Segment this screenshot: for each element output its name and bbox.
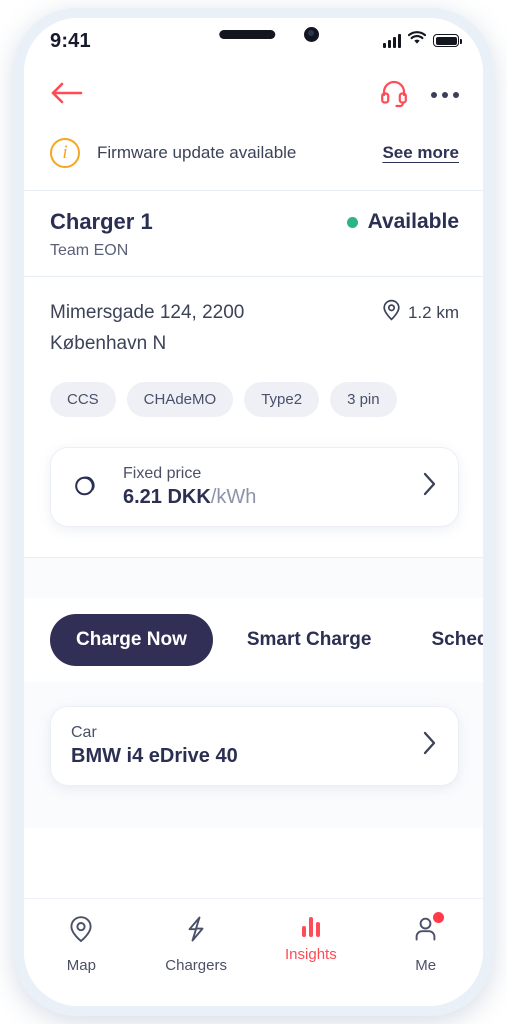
- car-section: Car BMW i4 eDrive 40: [24, 681, 483, 810]
- price-label: Fixed price: [123, 464, 202, 482]
- coins-icon: [71, 469, 105, 504]
- tab-schedule[interactable]: Schedule: [405, 614, 483, 666]
- battery-full-icon: [433, 34, 462, 47]
- tab-charge-now[interactable]: Charge Now: [50, 613, 213, 666]
- back-arrow-icon[interactable]: [50, 79, 86, 112]
- more-options-icon[interactable]: [431, 92, 459, 98]
- connector-chip[interactable]: 3 pin: [330, 381, 397, 417]
- nav-label: Me: [415, 957, 437, 974]
- status-label: Available: [367, 210, 459, 233]
- status-dot-icon: [346, 216, 358, 228]
- tab-list: Charge Now Smart Charge Schedule: [50, 613, 483, 666]
- notification-badge: [432, 912, 444, 923]
- nav-item-map[interactable]: Map: [24, 915, 139, 974]
- signal-bars-icon: [383, 33, 401, 48]
- address-line-1: Mimersgade 124, 2200: [50, 302, 245, 323]
- content-filler: [24, 809, 483, 828]
- status-badge: Available: [346, 210, 459, 234]
- nav-item-me[interactable]: Me: [368, 912, 483, 974]
- charge-mode-tabs: Charge Now Smart Charge Schedule: [24, 597, 483, 682]
- notch-camera: [303, 27, 319, 42]
- charger-summary: Charger 1 Available Team EON: [24, 191, 483, 276]
- tab-smart-charge[interactable]: Smart Charge: [221, 614, 398, 666]
- location-pin-icon: [382, 299, 401, 326]
- charger-team: Team EON: [50, 242, 129, 259]
- distance-value: 1.2 km: [407, 302, 459, 322]
- header-actions: [379, 78, 459, 113]
- connector-chip[interactable]: Type2: [244, 381, 320, 417]
- firmware-message: Firmware update available: [97, 143, 297, 162]
- charger-address: Mimersgade 124, 2200 København N: [50, 297, 244, 360]
- connector-chip[interactable]: CCS: [50, 381, 116, 417]
- notch-speaker: [218, 30, 275, 39]
- location-section: Mimersgade 124, 2200 København N 1.2 km …: [24, 277, 483, 425]
- price-card[interactable]: Fixed price 6.21 DKK/kWh: [50, 446, 459, 527]
- phone-frame: 9:41 i Firmware update available See mor…: [14, 8, 493, 1016]
- car-value: BMW i4 eDrive 40: [71, 744, 238, 767]
- nav-label: Map: [66, 957, 96, 974]
- chevron-right-icon: [422, 471, 438, 502]
- price-unit: /kWh: [210, 485, 257, 508]
- price-section: Fixed price 6.21 DKK/kWh: [24, 424, 483, 557]
- nav-item-insights[interactable]: Insights: [254, 915, 369, 963]
- connector-chips: CCS CHAdeMO Type2 3 pin: [50, 381, 459, 417]
- phone-screen: 9:41 i Firmware update available See mor…: [24, 18, 483, 1006]
- bottom-navigation: Map Chargers Insights Me: [24, 898, 483, 1006]
- price-value: 6.21 DKK/kWh: [123, 486, 422, 509]
- nav-item-chargers[interactable]: Chargers: [139, 915, 254, 974]
- address-line-2: København N: [50, 333, 167, 355]
- nav-label: Insights: [285, 946, 337, 963]
- car-label: Car: [71, 723, 97, 741]
- connector-chip[interactable]: CHAdeMO: [126, 381, 234, 417]
- lightning-bolt-icon: [183, 915, 209, 948]
- car-card[interactable]: Car BMW i4 eDrive 40: [50, 705, 459, 786]
- headset-icon[interactable]: [379, 78, 409, 113]
- app-header: [24, 64, 483, 126]
- price-amount: 6.21 DKK: [123, 485, 211, 508]
- nav-label: Chargers: [165, 957, 227, 974]
- status-bar: 9:41: [24, 18, 483, 64]
- section-gap: [24, 557, 483, 598]
- see-more-link[interactable]: See more: [382, 143, 459, 163]
- chevron-right-icon: [422, 730, 438, 761]
- location-row: Mimersgade 124, 2200 København N 1.2 km: [50, 297, 459, 360]
- car-card-texts: Car BMW i4 eDrive 40: [71, 724, 422, 768]
- charger-name: Charger 1: [50, 209, 153, 234]
- bar-chart-icon: [302, 915, 320, 937]
- firmware-banner: i Firmware update available See more: [24, 126, 483, 190]
- status-bar-time: 9:41: [50, 30, 91, 52]
- info-circle-icon: i: [50, 138, 80, 168]
- distance-indicator: 1.2 km: [382, 297, 459, 326]
- status-bar-icons: [383, 31, 462, 50]
- charger-title-row: Charger 1 Available: [50, 209, 459, 235]
- map-pin-icon: [68, 915, 94, 948]
- wifi-icon: [407, 31, 427, 50]
- price-card-texts: Fixed price 6.21 DKK/kWh: [123, 465, 422, 509]
- notch: [160, 18, 347, 50]
